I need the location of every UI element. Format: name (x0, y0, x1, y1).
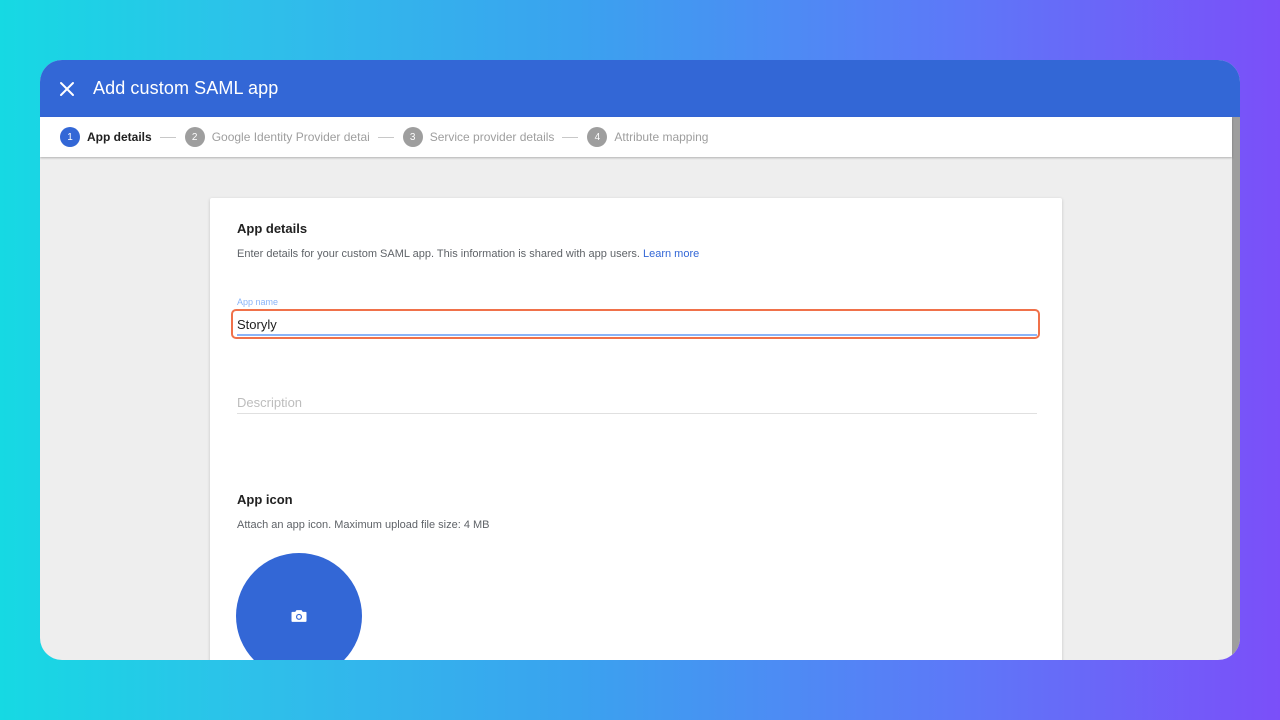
close-button[interactable] (40, 60, 94, 117)
section-title-app-details: App details (237, 221, 308, 236)
step-label: Google Identity Provider details (211, 130, 370, 144)
app-icon-upload-button[interactable] (236, 553, 362, 660)
step-attribute-mapping[interactable]: 4 Attribute mapping (587, 127, 708, 147)
step-service-provider-details[interactable]: 3 Service provider details (402, 127, 555, 147)
app-name-label: App name (237, 297, 279, 307)
step-google-idp-details[interactable]: 2 Google Identity Provider details (184, 127, 370, 147)
scrollbar[interactable] (1232, 117, 1240, 660)
step-connector (159, 136, 176, 138)
step-label: App details (87, 130, 152, 144)
dialog-header: Add custom SAML app (40, 60, 1240, 117)
description-input[interactable] (237, 392, 1037, 414)
step-number: 2 (184, 127, 205, 147)
dialog-window: Add custom SAML app 1 App details 2 Goog… (40, 60, 1240, 660)
close-icon (60, 81, 74, 96)
step-number: 1 (60, 127, 80, 147)
stepper: 1 App details 2 Google Identity Provider… (40, 117, 1232, 157)
app-name-underline (237, 334, 1037, 336)
app-details-card: App details Enter details for your custo… (210, 198, 1062, 660)
step-app-details[interactable]: 1 App details (60, 127, 152, 147)
step-connector (562, 136, 579, 138)
step-label: Service provider details (429, 130, 555, 144)
section-title-app-icon: App icon (237, 492, 293, 507)
dialog-title: Add custom SAML app (93, 78, 279, 98)
section-description-app-details: Enter details for your custom SAML app. … (237, 248, 699, 260)
app-name-input[interactable] (237, 314, 1037, 334)
section-description-app-icon: Attach an app icon. Maximum upload file … (237, 519, 490, 531)
description-text: Enter details for your custom SAML app. … (237, 248, 640, 260)
step-number: 3 (402, 127, 423, 147)
step-number: 4 (587, 127, 608, 147)
learn-more-link[interactable]: Learn more (643, 248, 699, 260)
camera-icon (291, 610, 307, 622)
step-connector (377, 136, 394, 138)
step-label: Attribute mapping (614, 130, 709, 144)
